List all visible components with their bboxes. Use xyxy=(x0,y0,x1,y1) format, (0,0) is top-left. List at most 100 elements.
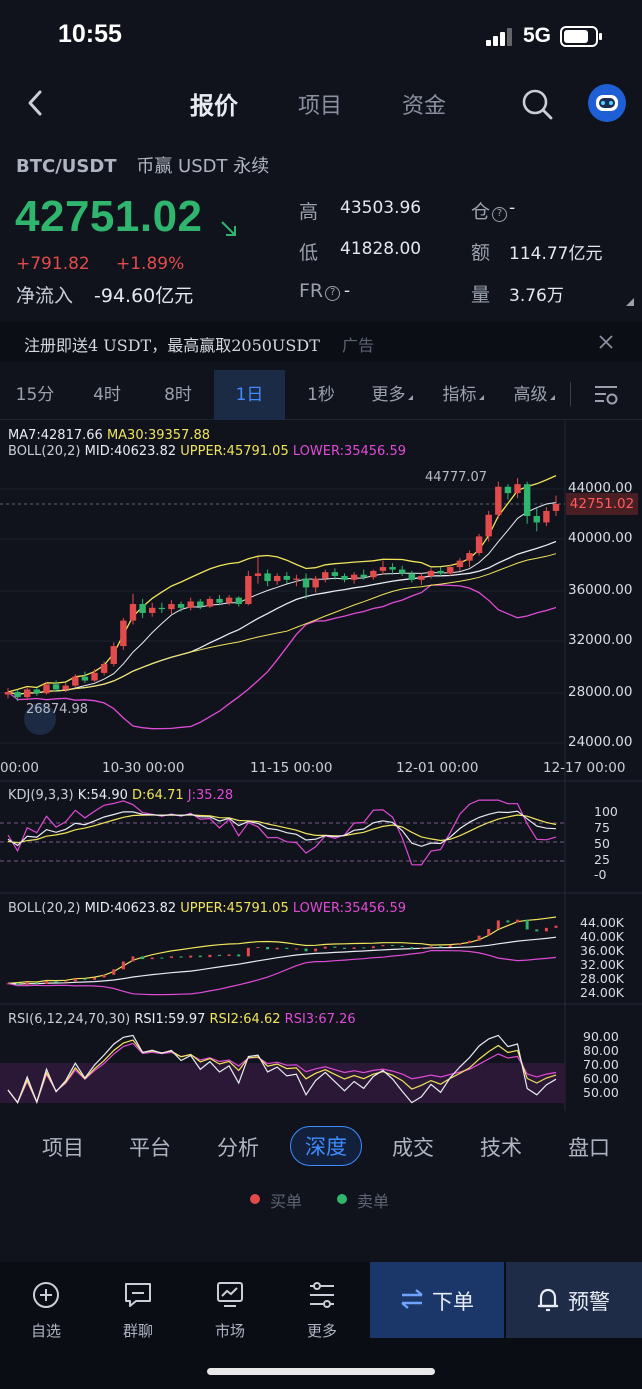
interval-4h[interactable]: 4时 xyxy=(72,370,142,420)
low-marker: 26874.98 xyxy=(26,702,89,717)
tab-platform[interactable]: 平台 xyxy=(129,1132,171,1162)
volume-label: 量 xyxy=(471,284,491,306)
mini-candle xyxy=(54,981,58,983)
expand-corner-icon[interactable] xyxy=(626,298,634,306)
mini-candle xyxy=(506,920,510,923)
candle-body xyxy=(158,607,166,610)
candle-body xyxy=(552,503,560,511)
candle-body xyxy=(331,572,339,576)
mini-candle xyxy=(487,929,491,936)
position-label[interactable]: 仓? xyxy=(471,197,508,224)
mini-candle xyxy=(93,977,97,980)
rsi-tick: 80.00 xyxy=(583,1043,619,1058)
advanced-menu[interactable]: 高级 xyxy=(499,370,569,420)
kdj-tick: -0 xyxy=(594,867,607,882)
dropdown-corner-icon xyxy=(478,395,484,400)
boll-legend: BOLL(20,2) MID:40623.82 UPPER:45791.05 L… xyxy=(8,444,406,459)
ad-banner[interactable]: 注册即送4 USDT，最高赢取2050USDT 广告 xyxy=(0,322,642,362)
status-time: 10:55 xyxy=(58,20,122,48)
candle-body xyxy=(72,676,79,686)
x-tick: 11-15 00:00 xyxy=(250,760,333,776)
watchlist-button[interactable]: 自选 xyxy=(16,1280,76,1341)
interval-1d[interactable]: 1日 xyxy=(214,370,285,420)
chart-settings-icon[interactable] xyxy=(592,383,620,407)
mini-candle xyxy=(458,943,462,946)
candle-body xyxy=(322,572,329,579)
candle-body xyxy=(235,597,242,605)
indicator-menu[interactable]: 指标 xyxy=(428,370,498,420)
help-icon[interactable]: ? xyxy=(325,286,341,301)
candle-body xyxy=(14,692,21,698)
tab-quote[interactable]: 报价 xyxy=(190,86,238,121)
group-chat-button[interactable]: 群聊 xyxy=(108,1280,168,1341)
mini-candle xyxy=(285,947,289,949)
candle-body xyxy=(504,486,512,494)
high-marker: 44777.07 xyxy=(425,470,488,485)
mini-candle xyxy=(439,946,443,948)
candle-body xyxy=(427,570,435,576)
price-alert-button[interactable]: 预警 xyxy=(506,1262,642,1338)
interval-1s[interactable]: 1秒 xyxy=(286,370,356,420)
boll-sub-tick: 40.00K xyxy=(580,929,624,944)
pair-header[interactable]: BTC/USDT 币赢 USDT 永续 xyxy=(16,152,269,178)
candle-body xyxy=(177,604,185,608)
interval-8h[interactable]: 8时 xyxy=(143,370,213,420)
candle-body xyxy=(379,567,387,571)
mini-candle xyxy=(44,981,48,984)
fr-label[interactable]: FR? xyxy=(299,280,341,302)
mini-candle xyxy=(83,978,87,980)
mini-candle xyxy=(246,947,250,957)
tab-project-detail[interactable]: 项目 xyxy=(42,1132,84,1162)
place-order-button[interactable]: 下单 xyxy=(370,1262,504,1338)
mini-candle xyxy=(237,954,241,957)
candle-body xyxy=(264,573,271,582)
interval-more[interactable]: 更多 xyxy=(357,370,427,420)
candle-body xyxy=(4,692,12,695)
ma-legend: MA7:42817.66 MA30:39357.88 xyxy=(8,428,210,443)
depth-legend: 买单 卖单 xyxy=(0,1188,642,1212)
back-icon[interactable] xyxy=(22,86,52,120)
market-button[interactable]: 市场 xyxy=(200,1280,260,1341)
kdj-d-line xyxy=(7,814,557,844)
chart-area[interactable]: MA7:42817.66 MA30:39357.88 BOLL(20,2) MI… xyxy=(0,421,642,1111)
boll-mid-line xyxy=(7,540,557,696)
tab-depth[interactable]: 深度 xyxy=(290,1126,362,1166)
mini-candle xyxy=(535,929,539,932)
dropdown-corner-icon xyxy=(549,395,555,400)
interval-15m[interactable]: 15分 xyxy=(0,370,70,420)
kdj-tick: 100 xyxy=(594,804,618,819)
tab-funds[interactable]: 资金 xyxy=(402,88,446,120)
candle-body xyxy=(302,578,310,588)
search-icon[interactable] xyxy=(520,87,554,121)
mini-candle xyxy=(352,947,356,949)
tab-technical[interactable]: 技术 xyxy=(480,1132,522,1162)
help-icon[interactable]: ? xyxy=(492,207,508,222)
status-bar: 10:55 5G xyxy=(0,0,642,70)
tab-project[interactable]: 项目 xyxy=(298,88,342,120)
robot-avatar-icon[interactable] xyxy=(588,84,626,122)
indicator-lines xyxy=(7,475,557,730)
add-circle-icon xyxy=(33,1282,59,1308)
tab-orderbook[interactable]: 盘口 xyxy=(568,1132,610,1162)
candle-body xyxy=(350,574,358,580)
tab-analysis[interactable]: 分析 xyxy=(217,1132,259,1162)
candle-body xyxy=(389,567,396,570)
price-change: +791.82 xyxy=(16,254,90,274)
candle-body xyxy=(341,575,348,580)
candle-body xyxy=(110,646,117,664)
ad-text[interactable]: 注册即送4 USDT，最高赢取2050USDT xyxy=(24,332,320,356)
sell-dot xyxy=(337,1194,347,1204)
last-price-tag: 42751.02 xyxy=(566,493,638,515)
mini-candle xyxy=(314,948,318,952)
mini-candle xyxy=(323,946,327,949)
mini-candle xyxy=(525,919,529,930)
boll-upper-line xyxy=(7,475,557,693)
mini-candle xyxy=(131,956,135,962)
pair-name: BTC/USDT xyxy=(16,156,117,177)
mini-candle xyxy=(400,945,404,948)
candle-body xyxy=(466,553,473,561)
home-indicator xyxy=(207,1368,435,1375)
close-icon[interactable] xyxy=(598,334,614,350)
more-button[interactable]: 更多 xyxy=(292,1280,352,1341)
tab-trades[interactable]: 成交 xyxy=(392,1132,434,1162)
